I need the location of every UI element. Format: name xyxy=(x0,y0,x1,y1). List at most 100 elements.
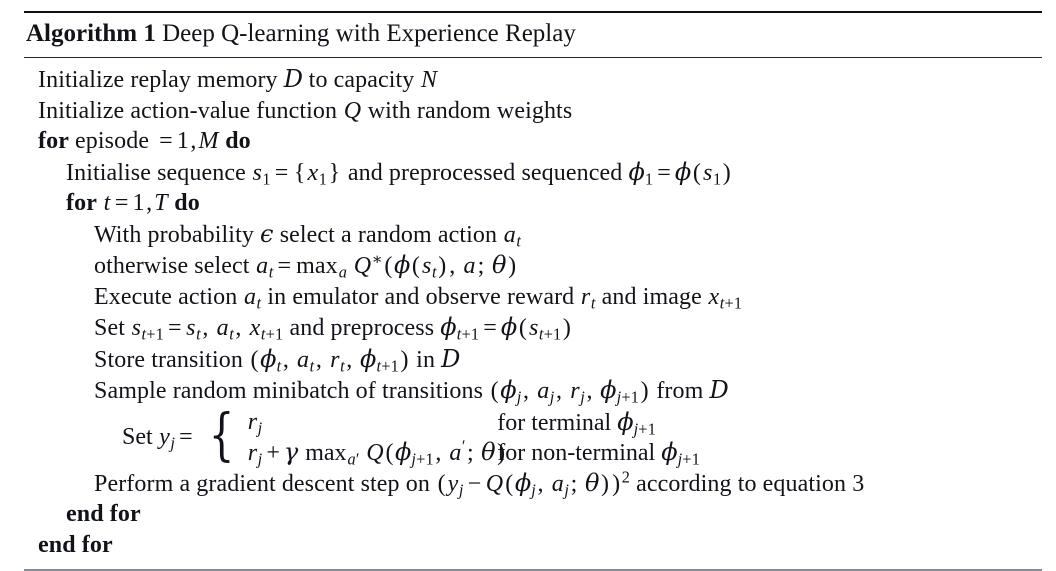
symbol-phi-10: ϕ xyxy=(617,407,634,436)
comma-8: , xyxy=(346,346,353,373)
symbol-phi-3: ϕ xyxy=(393,251,411,279)
cases-rows: rj for terminal ϕj+1 rj + γ maxa′ Q(ϕj+1, … xyxy=(241,407,700,467)
symbol-T: T xyxy=(154,190,168,216)
symbol-a-8: a xyxy=(449,439,462,466)
sub-j-k: j xyxy=(458,480,464,500)
line-8-text-a: Execute action xyxy=(94,283,244,310)
algorithm-steps: Initialize replay memory D to capacity N… xyxy=(24,58,1042,560)
sub-one-l: 1 xyxy=(647,419,657,439)
line-9-text-a: Set xyxy=(94,315,132,341)
cases-brace: { xyxy=(208,403,234,469)
symbol-a-5: a xyxy=(216,315,229,341)
symbol-a: a xyxy=(503,221,516,248)
semicolon-2: ; xyxy=(466,439,474,466)
comma-12: , xyxy=(435,439,442,466)
paren-open-4: ( xyxy=(518,315,527,341)
symbol-D-3: D xyxy=(709,376,729,404)
comma-2: , xyxy=(146,190,153,216)
brace-open: { xyxy=(293,159,306,186)
symbol-D-2: D xyxy=(441,344,460,373)
symbol-r-5: r xyxy=(247,439,258,466)
sub-j-f: j xyxy=(257,418,263,438)
symbol-M: M xyxy=(198,128,219,154)
sub-one-f: 1 xyxy=(155,324,165,344)
line-8-text-c: and image xyxy=(595,283,708,310)
sup-two: 2 xyxy=(621,467,630,487)
line-2-text-a: Initialize action-value function xyxy=(38,97,344,124)
comma-13: , xyxy=(537,470,544,497)
paren-close-8: ) xyxy=(601,470,610,497)
keyword-for-2: for xyxy=(66,190,97,216)
algorithm-line-12: Set yj ={ rj for terminal ϕj+1 rj + γ maxa′… xyxy=(26,407,1042,468)
symbol-a-6: a xyxy=(297,346,310,373)
algorithm-line-5: for t = 1,T do xyxy=(26,188,1042,219)
line-10-text-b: in xyxy=(410,346,442,373)
line-12-text: Set xyxy=(122,424,159,450)
keyword-end-for-inner: end for xyxy=(66,501,141,527)
value-one: 1 xyxy=(176,128,189,154)
symbol-t: t xyxy=(103,190,111,216)
symbol-Q: Q xyxy=(343,97,362,124)
line-10-text-a: Store transition xyxy=(94,346,250,373)
case-cond-text-1: for terminal xyxy=(497,409,618,436)
symbol-s-5: s xyxy=(186,315,196,341)
sub-plus-b: + xyxy=(146,324,156,344)
symbol-r-3: r xyxy=(570,378,580,404)
algorithm-caption-title: Deep Q-learning with Experience Replay xyxy=(162,20,576,47)
symbol-s-6: s xyxy=(528,315,539,341)
symbol-phi-8: ϕ xyxy=(500,376,517,404)
symbol-a-9: a xyxy=(551,470,564,497)
value-one-2: 1 xyxy=(132,190,145,216)
line-3-text: episode xyxy=(68,128,156,154)
symbol-y: y xyxy=(159,424,170,450)
line-1-text-a: Initialize replay memory xyxy=(38,67,284,93)
symbol-phi-12: ϕ xyxy=(661,437,678,466)
case-value-terminal: rj xyxy=(247,408,497,436)
line-11-text-a: Sample random minibatch of transitions xyxy=(94,378,490,404)
algorithm-line-10: Store transition (ϕt, at, rt, ϕt+1) in D xyxy=(26,344,1042,376)
line-12-set-label: Set yj = xyxy=(122,423,200,451)
symbol-gamma: γ xyxy=(283,437,299,466)
comma-7: , xyxy=(315,346,322,373)
symbol-s: s xyxy=(252,159,262,186)
sub-one-b: 1 xyxy=(318,169,328,189)
symbol-phi-6: ϕ xyxy=(260,344,277,373)
symbol-x-3: x xyxy=(249,315,261,341)
line-7-text: otherwise select xyxy=(94,253,256,279)
paren-close-4: ) xyxy=(562,315,571,341)
comma-10: , xyxy=(556,378,563,404)
symbol-phi-9: ϕ xyxy=(600,376,617,404)
operator-max-2: max xyxy=(305,439,347,466)
sub-j-b: j xyxy=(549,387,555,407)
symbol-phi-13: ϕ xyxy=(514,468,532,497)
sub-plus-g: + xyxy=(621,387,631,407)
symbol-phi-4: ϕ xyxy=(440,313,457,341)
symbol-theta-1: θ xyxy=(492,251,507,279)
symbol-r-4: r xyxy=(247,409,258,435)
sub-prime-a: ′ xyxy=(355,449,360,469)
algorithm-line-14: end for xyxy=(26,499,1042,530)
sub-a-b: a xyxy=(347,449,356,469)
paren-close-3: ) xyxy=(508,253,517,279)
symbol-Q-2: Q xyxy=(353,253,372,279)
operator-equals-7: = xyxy=(483,315,497,341)
algorithm-line-7: otherwise select at = maxa Q∗(ϕ(st), a; θ) xyxy=(26,250,1042,282)
line-13-text-a: Perform a gradient descent step on xyxy=(94,470,437,497)
symbol-phi-11: ϕ xyxy=(395,437,412,466)
keyword-end-for-outer: end for xyxy=(38,531,113,558)
algorithm-line-6: With probability ϵ select a random actio… xyxy=(26,219,1042,251)
paren-close-6: ) xyxy=(640,378,649,404)
symbol-D: D xyxy=(283,65,303,93)
operator-equals-6: = xyxy=(168,315,182,341)
algorithm-line-9: Set st+1 = st, at, xt+1 and preprocess ϕt+… xyxy=(26,312,1042,344)
comma-1: , xyxy=(190,128,197,154)
operator-equals-8: = xyxy=(179,424,193,450)
algorithm-block: Algorithm 1 Deep Q-learning with Experie… xyxy=(24,0,1042,571)
comma-5: , xyxy=(235,315,242,341)
operator-equals-5: = xyxy=(277,253,292,279)
sub-t-a: t xyxy=(516,231,522,251)
sub-one-h: 1 xyxy=(470,324,480,344)
sub-plus-i: + xyxy=(416,449,426,469)
semicolon-3: ; xyxy=(570,470,578,497)
sub-plus-e: + xyxy=(543,324,554,344)
